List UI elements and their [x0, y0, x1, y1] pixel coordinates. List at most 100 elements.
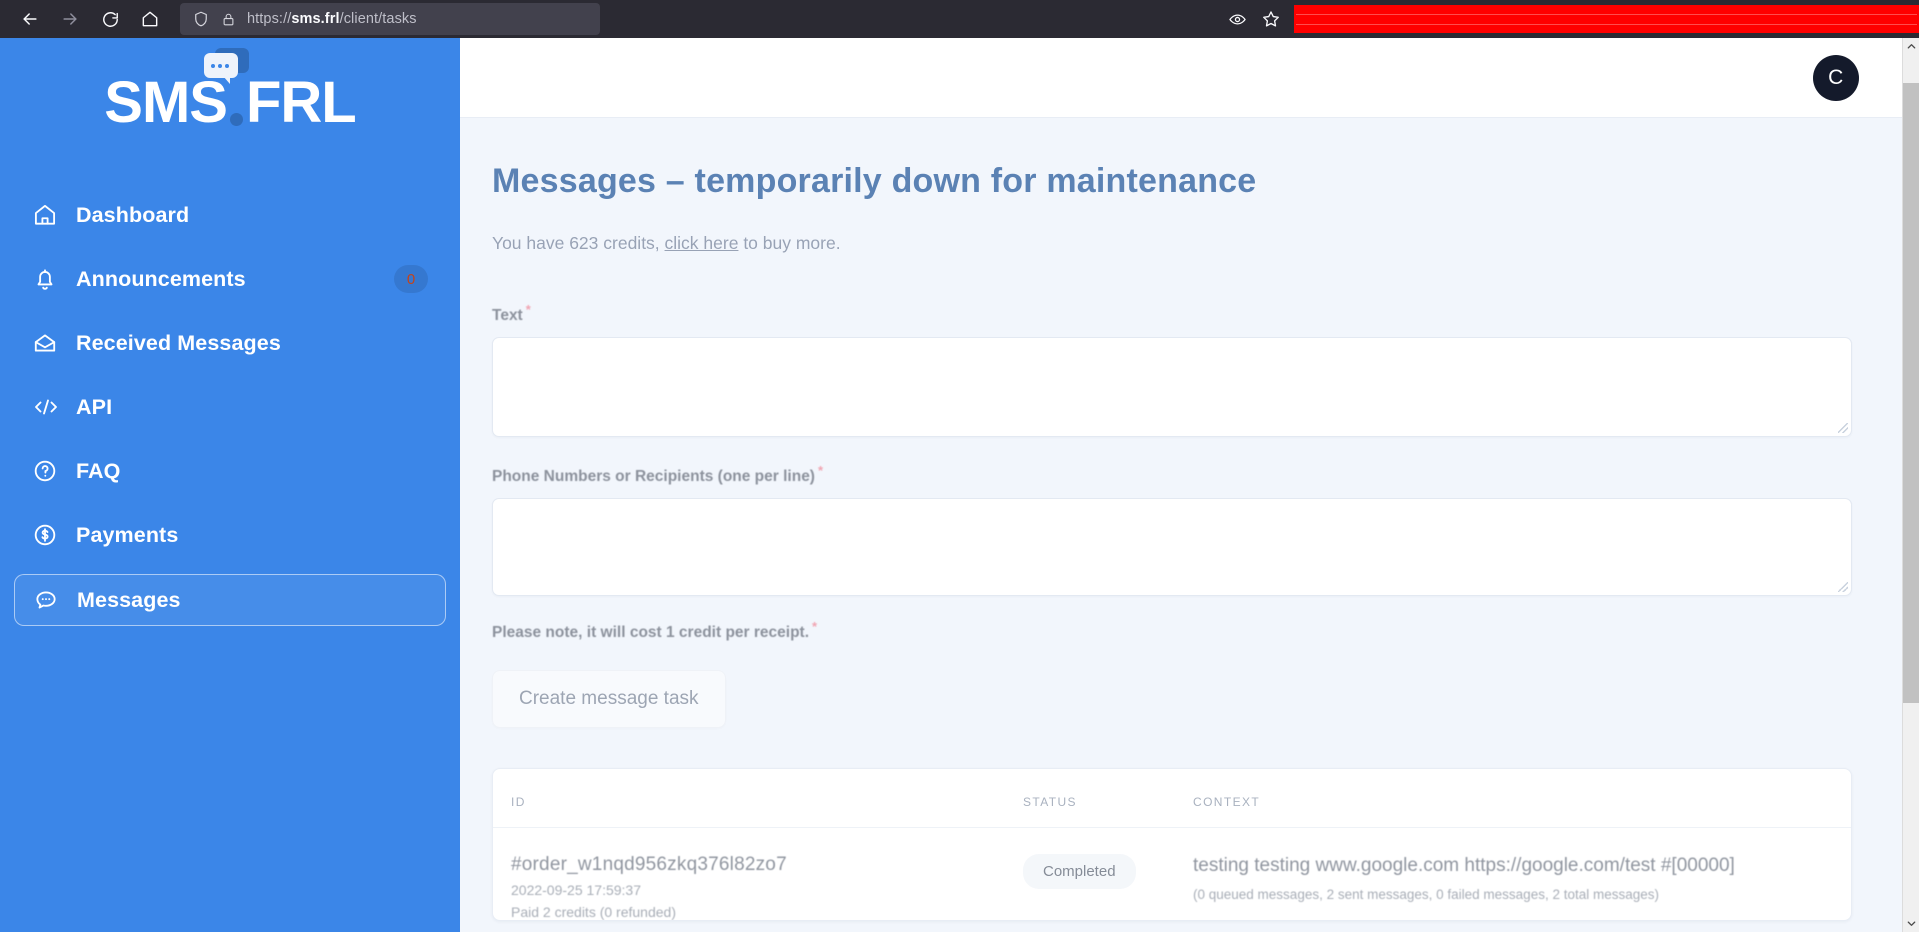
recipients-field-group: Phone Numbers or Recipients (one per lin…	[492, 463, 1852, 597]
sidebar-item-dashboard[interactable]: Dashboard	[14, 190, 446, 240]
tasks-table-head: ID STATUS CONTEXT	[493, 769, 1851, 829]
buy-credits-link[interactable]: click here	[665, 233, 739, 253]
logo-text-a: SMS	[104, 70, 228, 135]
question-circle-icon	[32, 458, 66, 484]
arrow-right-icon	[63, 13, 77, 25]
text-field-group: Text *	[492, 302, 1852, 438]
table-header-row: ID STATUS CONTEXT	[493, 769, 1851, 829]
tasks-table-card: ID STATUS CONTEXT #order_w1nqd956zkq376l…	[492, 768, 1852, 922]
sidebar-item-label: Dashboard	[76, 202, 190, 227]
tasks-table: ID STATUS CONTEXT #order_w1nqd956zkq376l…	[493, 769, 1851, 920]
chat-bubble-icon	[33, 587, 67, 613]
sidebar-item-label: Announcements	[76, 266, 246, 291]
browser-toolbar-right	[1220, 0, 1919, 38]
recipients-field-label: Phone Numbers or Recipients (one per lin…	[492, 463, 1852, 486]
open-envelope-icon	[32, 330, 66, 356]
avatar[interactable]: C	[1813, 54, 1859, 101]
redacted-region	[1294, 5, 1919, 33]
task-timestamp: 2022-09-25 17:59:37	[511, 882, 641, 899]
status-badge: Completed	[1023, 854, 1136, 890]
task-credits: Paid 2 credits (0 refunded)	[511, 904, 676, 921]
recipients-input[interactable]	[492, 498, 1852, 597]
cost-note-text: Please note, it will cost 1 credit per r…	[492, 624, 810, 642]
create-message-task-button[interactable]: Create message task	[492, 670, 726, 729]
page-body: SMS FRL Dashboard Announcements 0 Receiv…	[0, 38, 1919, 932]
required-marker: *	[525, 302, 531, 317]
sidebar-item-faq[interactable]: FAQ	[14, 446, 446, 496]
page-title: Messages – temporarily down for maintena…	[492, 162, 1257, 200]
sidebar-nav: Dashboard Announcements 0 Received Messa…	[0, 190, 460, 626]
url-bar[interactable]: https://sms.frl/client/tasks	[180, 3, 600, 35]
sidebar-item-payments[interactable]: Payments	[14, 510, 446, 560]
page-scrollbar[interactable]	[1902, 38, 1919, 932]
credits-after: to buy more.	[738, 233, 841, 253]
cell-id: #order_w1nqd956zkq376l82zo7 2022-09-25 1…	[493, 828, 1023, 921]
home-icon	[142, 11, 158, 27]
scroll-down-arrow-icon[interactable]	[1903, 915, 1919, 932]
logo-text: SMS FRL	[104, 48, 357, 135]
scrollbar-track[interactable]	[1902, 55, 1919, 915]
bell-icon	[32, 266, 66, 292]
back-button[interactable]	[10, 2, 50, 36]
sidebar: SMS FRL Dashboard Announcements 0 Receiv…	[0, 38, 460, 932]
sidebar-item-label: Received Messages	[76, 330, 281, 355]
home-icon	[32, 202, 66, 228]
logo-text-b: FRL	[245, 70, 357, 135]
cell-status: Completed	[1023, 828, 1193, 921]
eye-icon[interactable]	[1220, 2, 1254, 36]
table-row[interactable]: #order_w1nqd956zkq376l82zo7 2022-09-25 1…	[493, 828, 1851, 921]
credits-before: You have 623 credits,	[492, 233, 665, 253]
text-label-text: Text	[492, 307, 523, 325]
announcements-badge: 0	[394, 265, 428, 293]
arrow-left-icon	[23, 13, 37, 25]
sidebar-item-label: Messages	[77, 587, 181, 612]
task-context: testing testing www.google.com https://g…	[1193, 855, 1735, 877]
home-button[interactable]	[130, 2, 170, 36]
browser-toolbar: https://sms.frl/client/tasks	[0, 0, 1919, 38]
column-header-context: CONTEXT	[1193, 769, 1851, 829]
star-icon[interactable]	[1254, 2, 1288, 36]
app-logo[interactable]: SMS FRL	[0, 44, 460, 162]
lock-icon	[221, 11, 236, 28]
cell-context: testing testing www.google.com https://g…	[1193, 828, 1851, 921]
forward-button[interactable]	[50, 2, 90, 36]
logo-dot	[229, 113, 243, 126]
scroll-up-arrow-icon[interactable]	[1903, 38, 1919, 55]
url-path: /client/tasks	[339, 11, 417, 27]
sidebar-item-label: Payments	[76, 522, 179, 547]
sidebar-item-received-messages[interactable]: Received Messages	[14, 318, 446, 368]
url-prefix: https://	[247, 11, 292, 27]
recipients-label-text: Phone Numbers or Recipients (one per lin…	[492, 468, 815, 486]
reload-icon	[102, 11, 118, 27]
text-input[interactable]	[492, 337, 1852, 438]
code-icon	[32, 395, 66, 419]
task-context-counts: (0 queued messages, 2 sent messages, 0 f…	[1193, 886, 1660, 902]
tasks-table-body: #order_w1nqd956zkq376l82zo7 2022-09-25 1…	[493, 828, 1851, 921]
required-marker: *	[817, 463, 824, 479]
sidebar-item-messages[interactable]: Messages	[14, 574, 446, 626]
content-scroll-region: Messages – temporarily down for maintena…	[460, 118, 1919, 932]
column-header-status: STATUS	[1023, 769, 1193, 829]
dollar-circle-icon	[32, 522, 66, 548]
credits-line: You have 623 credits, click here to buy …	[492, 233, 1852, 254]
shield-icon	[192, 10, 210, 28]
sidebar-item-label: FAQ	[76, 458, 121, 483]
url-text: https://sms.frl/client/tasks	[247, 11, 417, 27]
scrollbar-thumb[interactable]	[1902, 83, 1919, 703]
cost-note: Please note, it will cost 1 credit per r…	[492, 619, 1852, 642]
sidebar-item-announcements[interactable]: Announcements 0	[14, 254, 446, 304]
main-area: C Messages – temporarily down for mainte…	[460, 38, 1919, 932]
top-bar: C	[460, 38, 1919, 118]
reload-button[interactable]	[90, 2, 130, 36]
sidebar-item-api[interactable]: API	[14, 382, 446, 432]
column-header-id: ID	[493, 769, 1023, 829]
task-id: #order_w1nqd956zkq376l82zo7	[511, 854, 787, 876]
url-host: sms.frl	[291, 11, 340, 27]
